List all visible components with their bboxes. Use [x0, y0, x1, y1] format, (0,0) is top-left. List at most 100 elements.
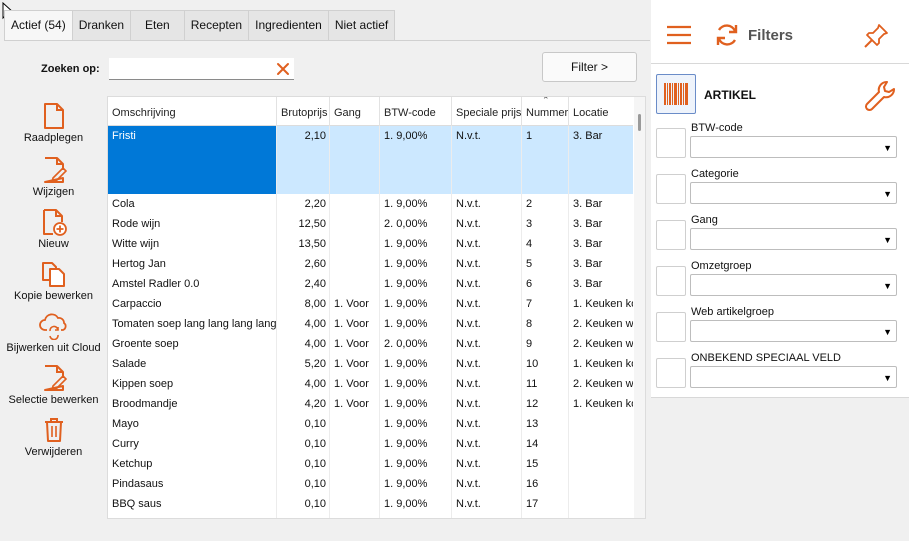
table-cell	[330, 434, 380, 454]
filter-dropdown[interactable]: ▼	[690, 136, 897, 158]
table-cell: 4,20	[304, 398, 326, 410]
filter-toggle[interactable]	[656, 128, 686, 158]
table-cell: 0,10	[304, 418, 326, 430]
table-cell: 2. 0,00%	[384, 338, 428, 350]
table-row[interactable]: Carpaccio 8,00 1. Voor 1. 9,00% N.v.t. 7 1. Ke…	[108, 294, 633, 314]
table-row[interactable]: Curry 0,10 1. 9,00% N.v.t. 14	[108, 434, 633, 454]
table-cell: N.v.t.	[456, 398, 481, 410]
tab-ingredienten[interactable]: Ingredienten	[249, 10, 329, 41]
table-cell: Cola	[112, 198, 135, 210]
table-cell	[330, 126, 380, 146]
copy-icon	[41, 262, 65, 287]
table-row[interactable]: Witte wijn 13,50 1. 9,00% N.v.t. 4 3. Bar	[108, 234, 633, 254]
filter-button[interactable]: Filter >	[542, 52, 637, 82]
trash-icon	[44, 418, 63, 442]
tab-actief[interactable]: Actief (54)	[4, 10, 73, 41]
table-cell: 0,10	[304, 498, 326, 510]
table-row[interactable]: Pindasaus 0,10 1. 9,00% N.v.t. 16	[108, 474, 633, 494]
table-row[interactable]: Salade 5,20 1. Voor 1. 9,00% N.v.t. 10 1. Keuk…	[108, 354, 633, 374]
table-row[interactable]: Mayo 0,10 1. 9,00% N.v.t. 13	[108, 414, 633, 434]
tab-niet-actief[interactable]: Niet actief	[328, 10, 396, 41]
tab-eten[interactable]: Eten	[131, 10, 185, 41]
table-row[interactable]: Amstel Radler 0.0 2,40 1. 9,00% N.v.t. 6 3. B…	[108, 274, 633, 294]
table-cell: 1. 9,00%	[384, 298, 428, 310]
table-cell: 1. Voor	[334, 298, 369, 310]
table-cell: 5	[526, 258, 533, 270]
table-cell: Pindasaus	[112, 478, 164, 490]
refresh-icon[interactable]	[714, 22, 740, 48]
table-cell: 3	[526, 218, 533, 230]
wrench-icon[interactable]	[862, 78, 898, 114]
filter-dropdown[interactable]: ▼	[690, 182, 897, 204]
filter-toggle[interactable]	[656, 358, 686, 388]
action-nieuw[interactable]: Nieuw	[0, 208, 107, 250]
table-cell: 1. 9,00%	[384, 318, 428, 330]
filter-dropdown[interactable]: ▼	[690, 228, 897, 250]
table-cell: Hertog Jan	[112, 258, 166, 270]
article-grid[interactable]: Omschrijving Brutoprijs Gang BTW-code Sp…	[107, 96, 646, 519]
column-header-speciale-prijs[interactable]: Speciale prijs	[452, 97, 522, 126]
clear-search-icon[interactable]	[275, 61, 291, 77]
filter-toggle[interactable]	[656, 220, 686, 250]
table-cell: 1. Voor	[334, 338, 369, 350]
action-label: Verwijderen	[24, 446, 83, 458]
table-row[interactable]: Kippen soep 4,00 1. Voor 1. 9,00% N.v.t. 11 2.…	[108, 374, 633, 394]
search-label: Zoeken op:	[41, 63, 100, 75]
table-cell	[330, 194, 380, 214]
table-row[interactable]: BBQ saus 0,10 1. 9,00% N.v.t. 17	[108, 494, 633, 514]
filter-toggle[interactable]	[656, 174, 686, 204]
filter-dropdown[interactable]: ▼	[690, 366, 897, 388]
column-header-btw-code[interactable]: BTW-code	[380, 97, 452, 126]
table-row[interactable]: Rode wijn 12,50 2. 0,00% N.v.t. 3 3. Bar	[108, 214, 633, 234]
barcode-button[interactable]	[656, 74, 696, 114]
tab-dranken[interactable]: Dranken	[72, 10, 132, 41]
action-raadplegen[interactable]: Raadplegen	[0, 102, 107, 144]
table-row[interactable]: Tomaten soep lang lang lang lang 4,00 1. V…	[108, 314, 633, 334]
table-cell: 11	[526, 378, 538, 390]
vertical-scrollbar-thumb[interactable]	[638, 114, 641, 131]
action-label: Raadplegen	[23, 132, 84, 144]
table-cell: 0,10	[304, 458, 326, 470]
filter-dropdown[interactable]: ▼	[690, 320, 897, 342]
column-header-locatie[interactable]: Locatie	[569, 97, 633, 126]
filter-toggle[interactable]	[656, 312, 686, 342]
table-row[interactable]: Groente soep 4,00 1. Voor 2. 0,00% N.v.t. 9 2.…	[108, 334, 633, 354]
column-header-brutoprijs[interactable]: Brutoprijs	[277, 97, 330, 126]
edit-document-icon	[43, 157, 67, 184]
action-wijzigen[interactable]: Wijzigen	[0, 156, 107, 198]
action-selectie-bewerken[interactable]: Selectie bewerken	[0, 364, 107, 406]
column-header-omschrijving[interactable]: Omschrijving	[108, 97, 277, 126]
table-cell: N.v.t.	[456, 478, 481, 490]
table-cell: Broodmandje	[112, 398, 178, 410]
tab-recepten[interactable]: Recepten	[184, 10, 250, 41]
table-cell: 3. Bar	[573, 130, 603, 142]
table-row[interactable]: Cola 2,20 1. 9,00% N.v.t. 2 3. Bar	[108, 194, 633, 214]
action-kopie-bewerken[interactable]: Kopie bewerken	[0, 260, 107, 302]
section-title-artikel: ARTIKEL	[704, 88, 756, 102]
filter-dropdown[interactable]: ▼	[690, 274, 897, 296]
action-bijwerken-uit-cloud[interactable]: Bijwerken uit Cloud	[0, 312, 107, 354]
table-cell: 1. 9,00%	[384, 398, 428, 410]
hamburger-menu-icon[interactable]	[666, 24, 692, 46]
table-cell: 4,00	[304, 318, 326, 330]
table-cell: Ketchup	[112, 458, 153, 470]
table-row[interactable]: Fristi 2,10 1. 9,00% N.v.t. 1 3. Bar	[108, 126, 633, 194]
table-cell: 1. 9,00%	[384, 378, 428, 390]
table-cell: BBQ saus	[112, 498, 162, 510]
action-label: Bijwerken uit Cloud	[6, 342, 101, 354]
table-cell: Salade	[112, 358, 147, 370]
table-row[interactable]: Broodmandje 4,20 1. Voor 1. 9,00% N.v.t. 12 1.…	[108, 394, 633, 414]
search-input[interactable]	[109, 58, 294, 80]
filter-toggle[interactable]	[656, 266, 686, 296]
table-cell: 1. 9,00%	[384, 238, 428, 250]
table-row[interactable]: Ketchup 0,10 1. 9,00% N.v.t. 15	[108, 454, 633, 474]
table-cell: Fristi	[108, 126, 277, 194]
vertical-scrollbar[interactable]	[634, 97, 645, 518]
action-verwijderen[interactable]: Verwijderen	[0, 416, 107, 458]
table-cell: N.v.t.	[456, 418, 481, 430]
pin-icon[interactable]	[862, 22, 890, 50]
table-cell: N.v.t.	[456, 378, 481, 390]
table-cell: N.v.t.	[456, 358, 481, 370]
column-header-gang[interactable]: Gang	[330, 97, 380, 126]
table-row[interactable]: Hertog Jan 2,60 1. 9,00% N.v.t. 5 3. Bar	[108, 254, 633, 274]
